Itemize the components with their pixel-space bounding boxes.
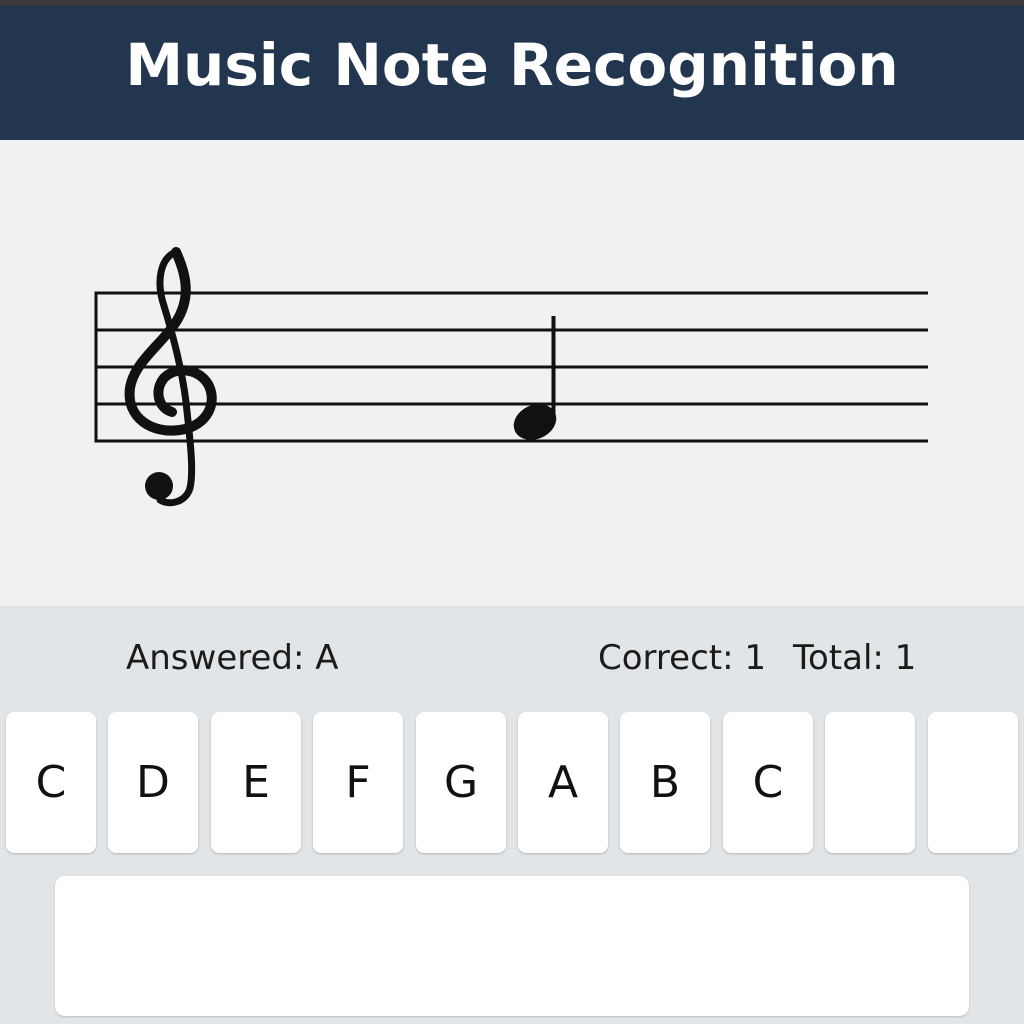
note-key-d[interactable]: D <box>108 712 198 853</box>
blank-key-2[interactable] <box>928 712 1018 853</box>
note-key-b[interactable]: B <box>620 712 710 853</box>
treble-clef-icon <box>124 247 217 507</box>
blank-key-1[interactable] <box>825 712 915 853</box>
staff-display <box>0 140 1024 606</box>
note-key-c[interactable]: C <box>6 712 96 853</box>
correct-count: Correct: 1 <box>598 638 766 678</box>
app-header: Music Note Recognition <box>0 6 1024 140</box>
note-key-e[interactable]: E <box>211 712 301 853</box>
treble-clef-dot <box>145 472 173 500</box>
staff-lines <box>94 291 928 443</box>
note-key-g[interactable]: G <box>416 712 506 853</box>
score-status: Answered: A Correct: 1 Total: 1 <box>0 630 1024 690</box>
note-key-a[interactable]: A <box>518 712 608 853</box>
note-key-f[interactable]: F <box>313 712 403 853</box>
note-key-high-c[interactable]: C <box>723 712 813 853</box>
app-title: Music Note Recognition <box>125 31 899 99</box>
quarter-note-icon <box>513 316 557 440</box>
total-count: Total: 1 <box>793 638 917 678</box>
wide-answer-key[interactable] <box>55 876 969 1016</box>
answered-text: Answered: A <box>126 638 339 678</box>
music-staff <box>94 247 928 507</box>
